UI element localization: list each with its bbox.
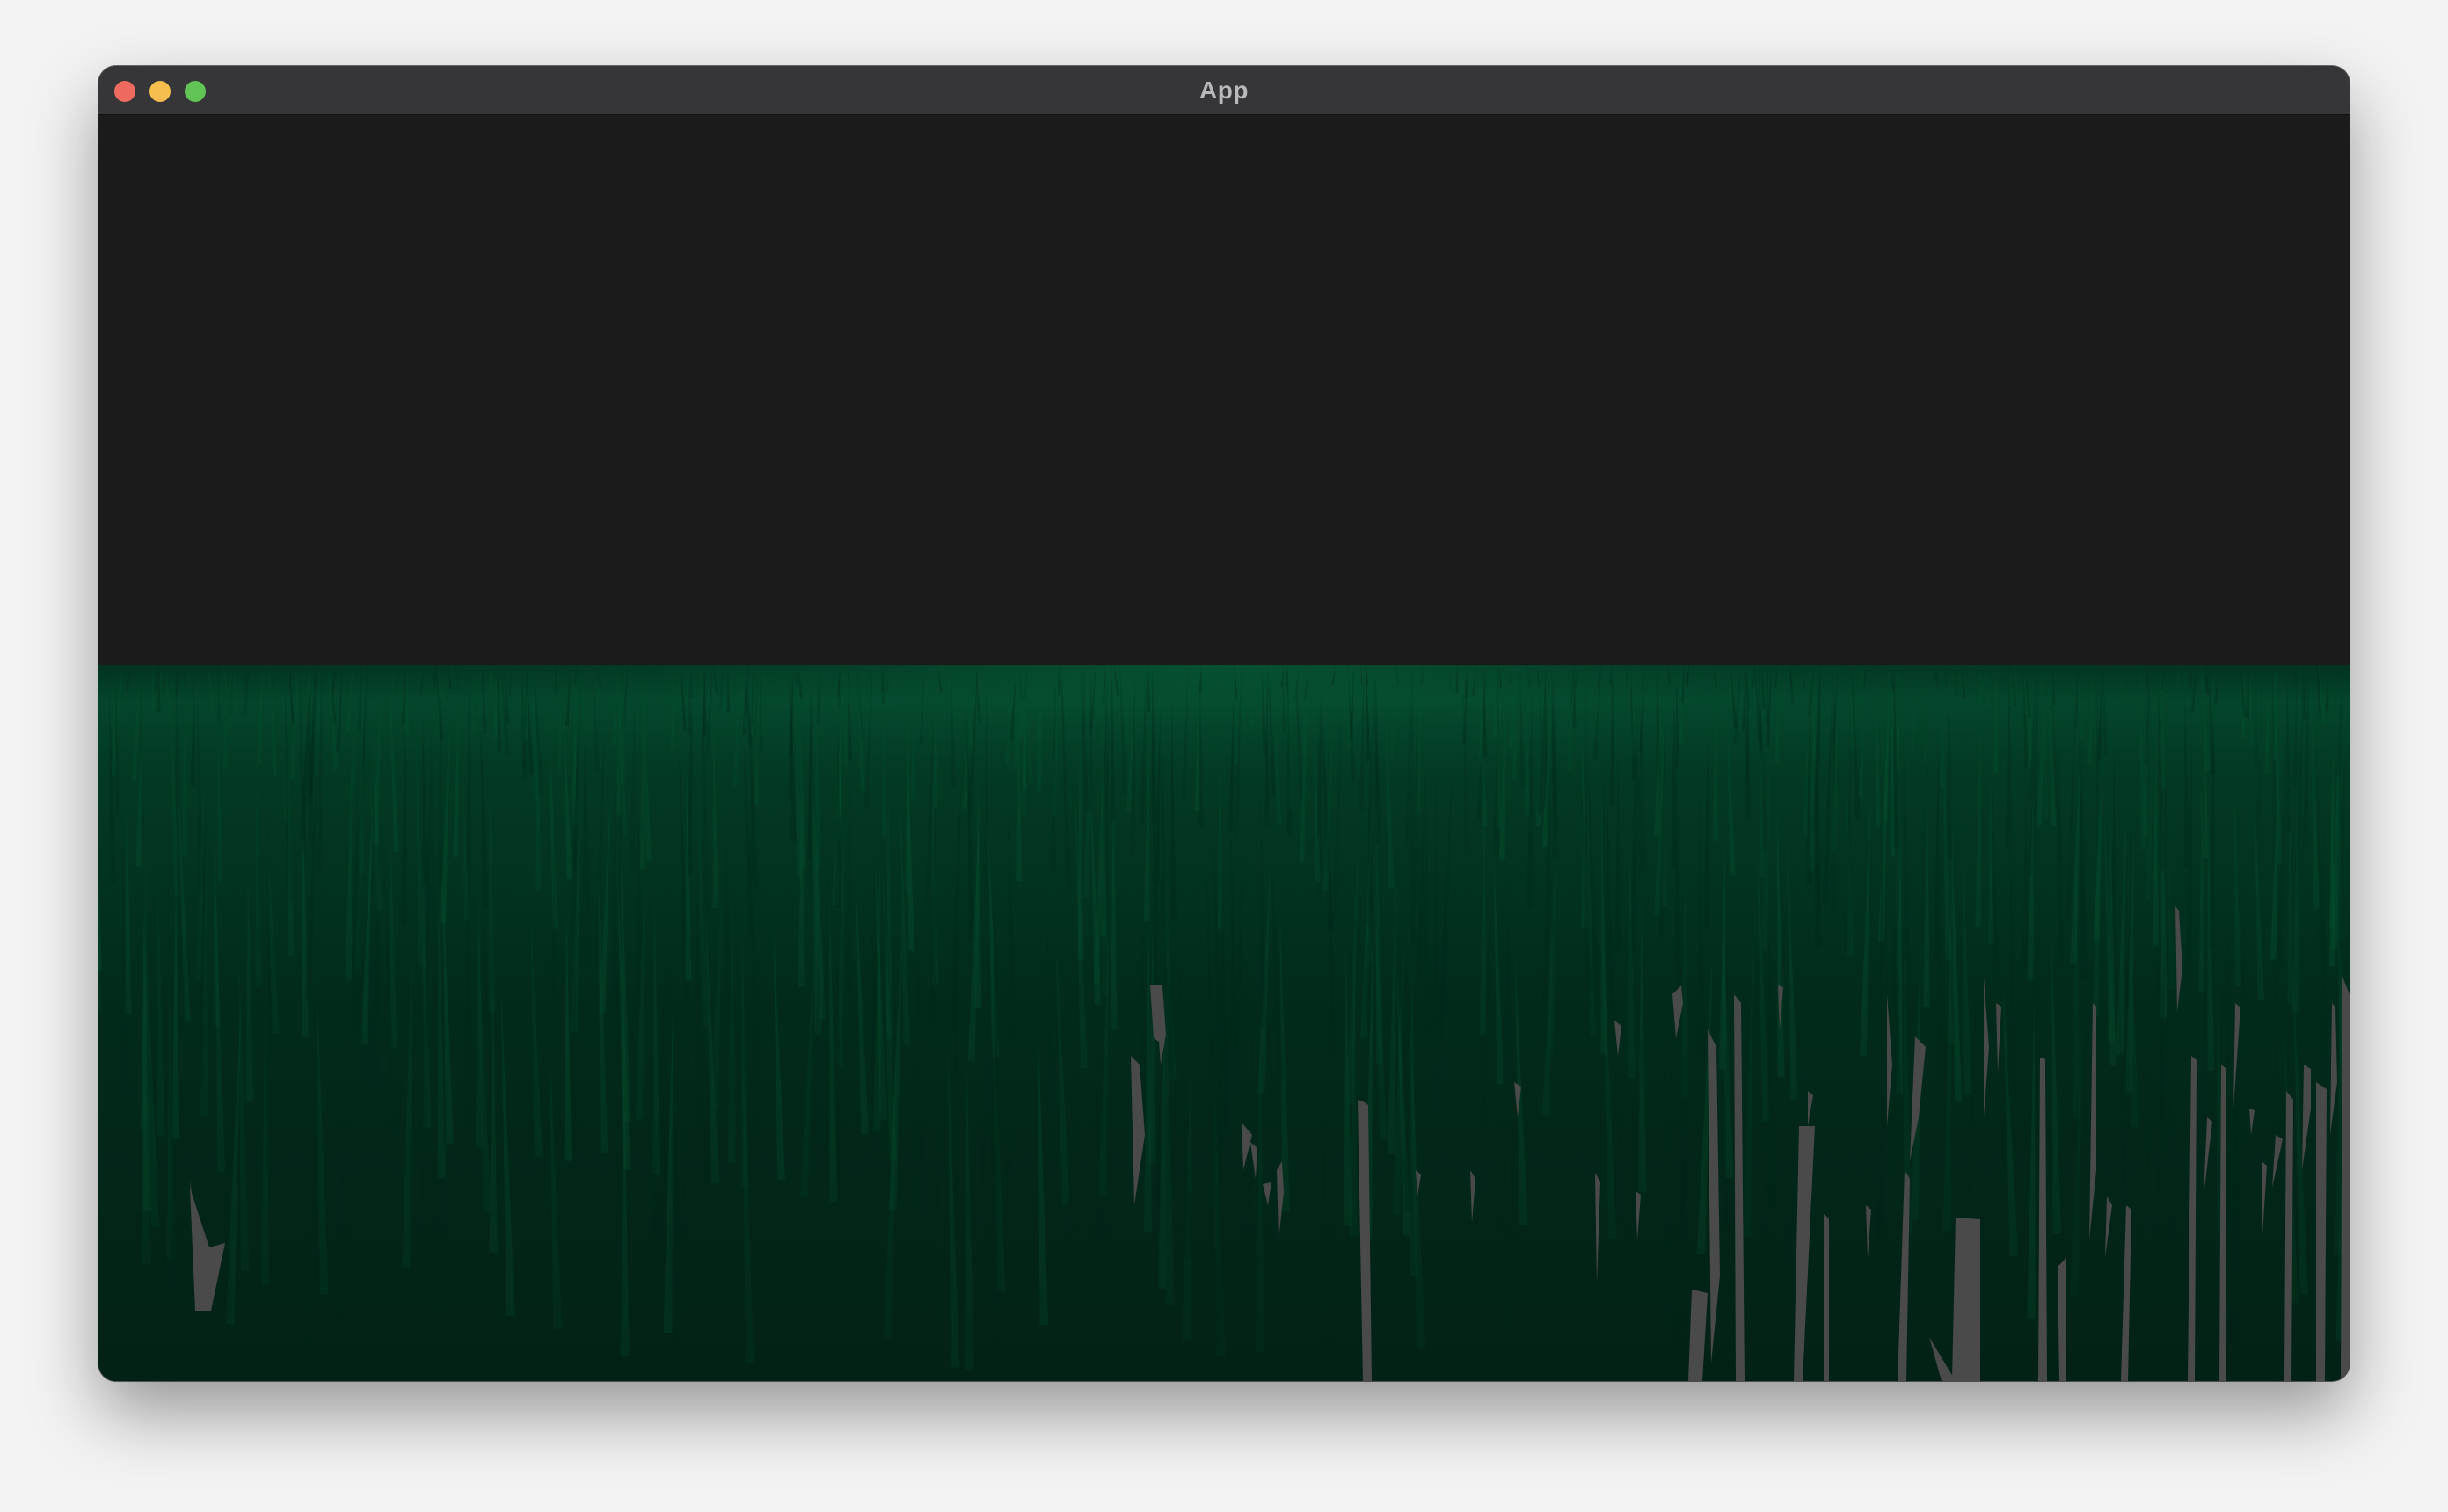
gap-shard (1824, 1214, 1829, 1381)
title-bar[interactable]: App (98, 66, 2350, 115)
grass-field-scene (98, 115, 2350, 1381)
foreground-shade (98, 906, 2350, 1381)
gap-shard (1952, 1218, 1980, 1381)
app-window: App (98, 66, 2350, 1381)
render-canvas[interactable] (98, 115, 2350, 1381)
sky (98, 115, 2350, 667)
gap-shard (2316, 1082, 2327, 1381)
window-title: App (1199, 76, 1249, 104)
desktop-background: App (0, 0, 2448, 1512)
